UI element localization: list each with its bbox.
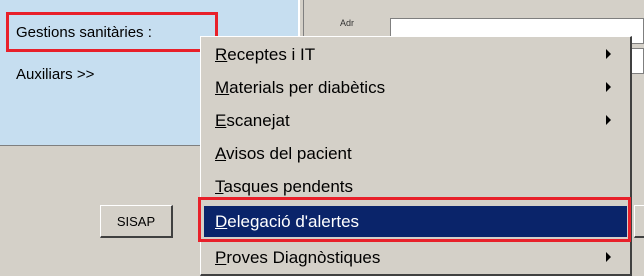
menu-item-materials-accel: M <box>215 78 230 97</box>
menu-item-proves[interactable]: Proves Diagnòstiques <box>204 242 627 273</box>
menu-item-escanejat[interactable]: Escanejat <box>204 105 627 136</box>
menu-item-avisos-accel: A <box>215 144 227 163</box>
submenu-arrow-icon <box>606 82 611 92</box>
menu-item-escanejat-accel: E <box>215 111 227 130</box>
menu-item-avisos-label: visos del pacient <box>226 144 352 163</box>
address-field-label: Adr <box>340 18 355 28</box>
menu-item-tasques-label: asques pendents <box>223 177 354 196</box>
menu-item-escanejat-label: scanejat <box>226 111 290 130</box>
menu-item-tasques-accel: T <box>215 177 224 196</box>
partial-right-button[interactable] <box>634 205 644 238</box>
menu-item-materials[interactable]: Materials per diabètics <box>204 72 627 103</box>
submenu-arrow-icon <box>606 252 611 262</box>
submenu-arrow-icon <box>606 115 611 125</box>
menu-item-materials-label: aterials per diabètics <box>229 78 386 97</box>
menu-item-receptes-label: eceptes i IT <box>227 45 316 64</box>
menu-item-proves-label: roves Diagnòstiques <box>226 248 381 267</box>
sisap-button[interactable]: SISAP <box>100 205 173 238</box>
menu-item-receptes-accel: R <box>215 45 228 64</box>
submenu-arrow-icon <box>606 49 611 59</box>
highlight-annotation-gestions <box>6 12 218 52</box>
auxiliars-link[interactable]: Auxiliars >> <box>16 66 94 83</box>
highlight-annotation-delegacio <box>198 197 631 242</box>
menu-item-receptes[interactable]: Receptes i IT <box>204 39 627 70</box>
menu-item-avisos[interactable]: Avisos del pacient <box>204 138 627 169</box>
menu-item-proves-accel: P <box>215 248 227 267</box>
